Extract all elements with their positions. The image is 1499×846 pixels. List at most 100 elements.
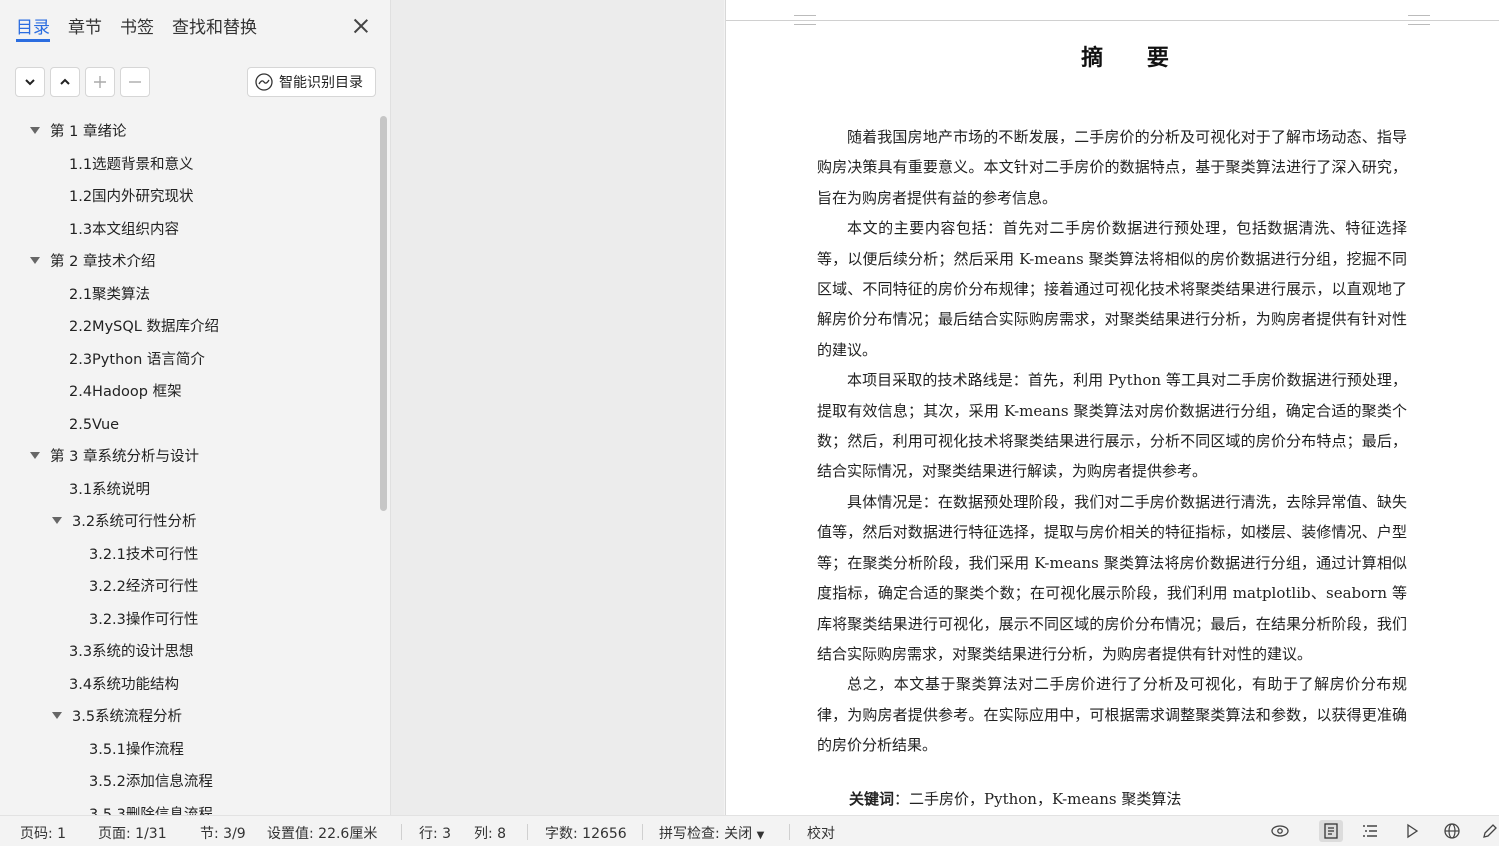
collapse-up-button[interactable]: [50, 67, 80, 97]
expand-arrow-icon[interactable]: [52, 711, 62, 719]
toc-item[interactable]: 2.2MySQL 数据库介绍: [69, 313, 219, 341]
chevron-up-icon: [60, 78, 70, 85]
wps-writer-window: 目录 章节 书签 查找和替换 智能识别目录 第 1 章绪论 1.1选题背景和意义…: [0, 0, 1499, 846]
toc-item-label: 2.1聚类算法: [69, 286, 151, 303]
toc-item[interactable]: 3.2.1技术可行性: [89, 541, 198, 569]
toc-item[interactable]: 第 3 章系统分析与设计: [30, 443, 199, 471]
status-col[interactable]: 列: 8: [474, 823, 506, 843]
page-view-icon[interactable]: [1319, 820, 1343, 842]
spell-check-label: 拼写检查: 关闭: [659, 826, 753, 842]
toc-item-label: 3.5系统流程分析: [72, 709, 183, 725]
spell-check-dropdown[interactable]: 拼写检查: 关闭 ▼: [659, 823, 764, 843]
navigation-pane: 目录 章节 书签 查找和替换 智能识别目录 第 1 章绪论 1.1选题背景和意义…: [0, 0, 391, 815]
toc-item[interactable]: 3.2系统可行性分析: [52, 508, 197, 536]
toc-item-label: 1.3本文组织内容: [69, 221, 180, 238]
margin-corner-right: [1408, 15, 1430, 25]
status-bar: 页码: 1 页面: 1/31 节: 3/9 设置值: 22.6厘米 行: 3 列…: [0, 815, 1499, 846]
minus-icon: [129, 81, 141, 83]
toc-item-label: 2.2MySQL 数据库介绍: [69, 319, 219, 335]
outline-view-icon[interactable]: [1358, 820, 1382, 842]
close-icon[interactable]: [352, 17, 370, 35]
toc-scrollbar[interactable]: [380, 116, 387, 511]
remove-level-button[interactable]: [120, 67, 150, 97]
tab-chapters[interactable]: 章节: [68, 16, 102, 42]
body-paragraph: 具体情况是：在数据预处理阶段，我们对二手房价数据进行清洗，去除异常值、缺失值等，…: [817, 492, 1407, 663]
tab-find-replace[interactable]: 查找和替换: [172, 16, 257, 42]
status-page[interactable]: 页面: 1/31: [98, 823, 167, 843]
toc-item-label: 3.2.2经济可行性: [89, 579, 199, 595]
toc-item-label: 3.2系统可行性分析: [72, 514, 197, 530]
toc-item[interactable]: 3.1系统说明: [69, 476, 150, 504]
status-section[interactable]: 节: 3/9: [200, 823, 246, 843]
play-icon[interactable]: [1400, 820, 1424, 842]
status-divider: [401, 824, 402, 840]
margin-corner-left: [794, 15, 816, 25]
smart-toc-label: 智能识别目录: [279, 75, 363, 91]
toc-item[interactable]: 2.5Vue: [69, 411, 119, 439]
status-setting[interactable]: 设置值: 22.6厘米: [267, 823, 377, 843]
toc-tree: 第 1 章绪论 1.1选题背景和意义 1.2国内外研究现状 1.3本文组织内容第 2 …: [0, 116, 378, 815]
toc-toolbar: [15, 67, 150, 97]
toc-item-label: 2.3Python 语言简介: [69, 351, 205, 368]
plus-icon: [94, 76, 106, 88]
expand-arrow-icon[interactable]: [30, 256, 40, 264]
keywords-label: 关键词: [849, 790, 895, 808]
toc-item[interactable]: 第 2 章技术介绍: [30, 248, 155, 276]
toc-item[interactable]: 3.5.1操作流程: [89, 736, 184, 764]
toc-item[interactable]: 3.5.3删除信息流程: [89, 801, 213, 816]
web-layout-icon[interactable]: [1440, 820, 1464, 842]
status-divider: [527, 824, 528, 840]
chevron-down-icon: ▼: [756, 830, 765, 841]
keywords-line: 关键词：二手房价，Python，K-means 聚类算法: [849, 788, 1181, 809]
chevron-down-icon: [25, 79, 35, 86]
toc-item[interactable]: 3.2.3操作可行性: [89, 606, 198, 634]
toc-item-label: 1.2国内外研究现状: [69, 189, 194, 205]
proofread-button[interactable]: 校对: [807, 823, 835, 843]
document-title: 摘 要: [1081, 45, 1187, 71]
toc-item[interactable]: 3.4系统功能结构: [69, 671, 179, 699]
page-top-margin-line: [726, 20, 1499, 21]
reading-mode-icon[interactable]: [1268, 820, 1292, 842]
status-divider: [789, 824, 790, 840]
toc-item[interactable]: 3.3系统的设计思想: [69, 638, 194, 666]
toc-item[interactable]: 3.5系统流程分析: [52, 703, 182, 731]
toc-item[interactable]: 第 1 章绪论: [30, 118, 126, 146]
toc-item[interactable]: 1.2国内外研究现状: [69, 183, 194, 211]
toc-item-label: 3.2.1技术可行性: [89, 546, 199, 563]
tab-bookmarks[interactable]: 书签: [120, 16, 154, 42]
toc-item-label: 1.1选题背景和意义: [69, 156, 194, 173]
tab-toc[interactable]: 目录: [16, 16, 50, 42]
status-page-code[interactable]: 页码: 1: [20, 823, 66, 843]
keywords-text: ：二手房价，Python，K-means 聚类算法: [894, 790, 1182, 808]
toc-item[interactable]: 3.2.2经济可行性: [89, 573, 198, 601]
toc-item-label: 3.1系统说明: [69, 481, 151, 498]
toc-item[interactable]: 3.5.2添加信息流程: [89, 768, 213, 796]
toc-item-label: 3.5.3删除信息流程: [89, 806, 213, 816]
ai-icon: [255, 73, 273, 91]
body-paragraph: 本文的主要内容包括：首先对二手房价数据进行预处理，包括数据清洗、特征选择等，以便…: [817, 219, 1407, 359]
expand-down-button[interactable]: [15, 67, 45, 97]
body-paragraph: 随着我国房地产市场的不断发展，二手房价的分析及可视化对于了解市场动态、指导购房决…: [817, 128, 1407, 207]
toc-item[interactable]: 2.3Python 语言简介: [69, 346, 205, 374]
toc-item-label: 第 2 章技术介绍: [50, 254, 156, 270]
expand-arrow-icon[interactable]: [30, 451, 40, 459]
toc-item[interactable]: 1.3本文组织内容: [69, 216, 179, 244]
toc-item-label: 第 3 章系统分析与设计: [50, 449, 199, 465]
body-paragraph: 本项目采取的技术路线是：首先，利用 Python 等工具对二手房价数据进行预处理…: [817, 371, 1407, 481]
toc-item-label: 2.5Vue: [69, 416, 120, 433]
pen-icon[interactable]: [1478, 820, 1499, 842]
toc-item-label: 3.5.2添加信息流程: [89, 774, 213, 790]
status-row[interactable]: 行: 3: [419, 823, 451, 843]
expand-arrow-icon[interactable]: [52, 516, 62, 524]
toc-item[interactable]: 1.1选题背景和意义: [69, 151, 194, 179]
document-body: 随着我国房地产市场的不断发展，二手房价的分析及可视化对于了解市场动态、指导购房决…: [817, 122, 1407, 761]
toc-item[interactable]: 2.1聚类算法: [69, 281, 150, 309]
add-level-button[interactable]: [85, 67, 115, 97]
toc-item[interactable]: 2.4Hadoop 框架: [69, 378, 182, 406]
toc-item-label: 第 1 章绪论: [50, 124, 127, 140]
status-word-count[interactable]: 字数: 12656: [545, 823, 627, 843]
document-page[interactable]: 摘 要 随着我国房地产市场的不断发展，二手房价的分析及可视化对于了解市场动态、指…: [725, 0, 1499, 815]
expand-arrow-icon[interactable]: [30, 126, 40, 134]
status-divider: [642, 824, 643, 840]
smart-toc-button[interactable]: 智能识别目录: [247, 67, 376, 97]
